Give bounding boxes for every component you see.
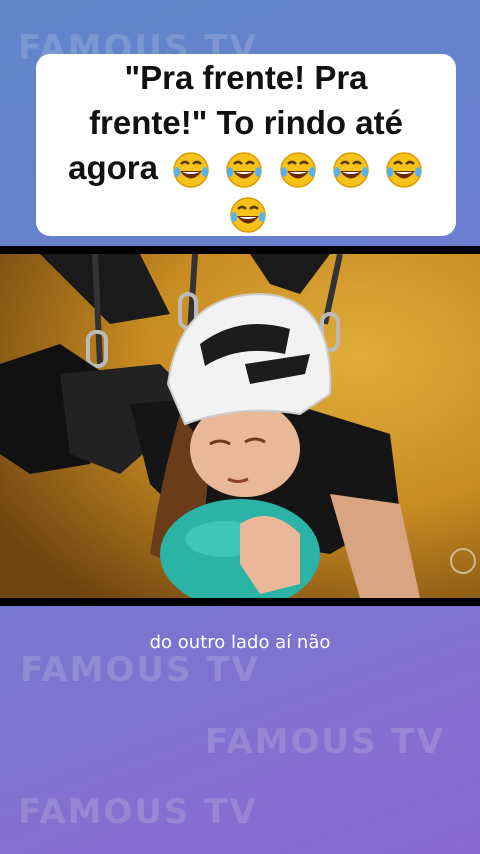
caption-line-1: "Pra frente! Pra xyxy=(124,58,368,96)
laughing-emoji-icon xyxy=(386,152,422,188)
caption-card: "Pra frente! Pra frente!" To rindo até a… xyxy=(36,54,456,236)
caption-line-2: frente!" To rindo até xyxy=(89,103,403,141)
video-scene xyxy=(0,254,480,598)
video-player[interactable] xyxy=(0,246,480,606)
laughing-emoji-icon xyxy=(279,152,316,188)
watermark-lower-left: FAMOUS TV xyxy=(20,650,260,690)
laughing-emoji-icon xyxy=(332,152,369,188)
caption-line-3: agora xyxy=(68,148,158,186)
laughing-emoji-icon xyxy=(230,197,266,234)
watermark-bottom: FAMOUS TV xyxy=(18,792,258,832)
laughing-emoji-icon xyxy=(173,152,209,188)
laughing-emoji-icon xyxy=(226,152,263,188)
emoji-row xyxy=(167,149,424,234)
video-subtitle: do outro lado aí não xyxy=(149,632,331,653)
video-frame xyxy=(0,254,480,598)
watermark-lower-right: FAMOUS TV xyxy=(205,722,445,762)
caption-text: "Pra frente! Pra frente!" To rindo até a… xyxy=(52,55,440,236)
broadcaster-logo-icon xyxy=(450,548,476,574)
